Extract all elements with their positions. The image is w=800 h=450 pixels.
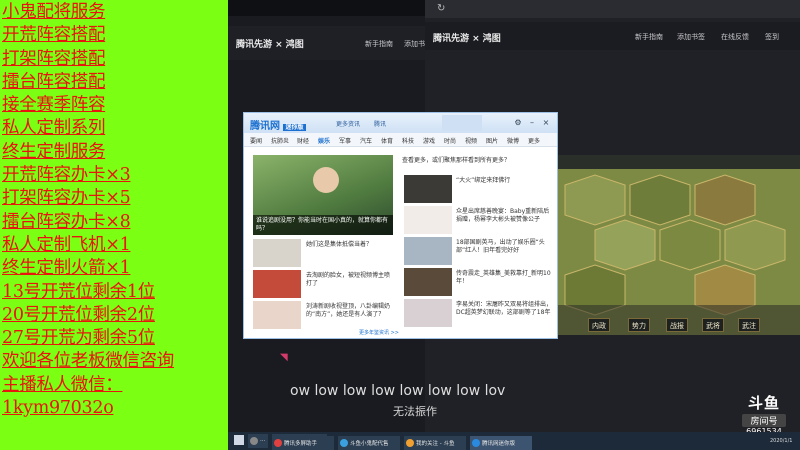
- game-browser-nav: 腾讯先游 × 鸿图 新手指南 添加书签 在线反馈 签到: [425, 22, 800, 50]
- room-label: 房间号: [742, 414, 786, 427]
- promo-line: 接全赛季阵容: [2, 95, 106, 116]
- tab-weibo[interactable]: 微博: [507, 136, 519, 145]
- news-thumb[interactable]: [253, 270, 301, 298]
- more-news-footer-link[interactable]: 更多年鉴资讯 >>: [359, 329, 399, 336]
- douyu-watermark: 斗鱼 房间号 6961534: [742, 392, 786, 436]
- taskbar-clock[interactable]: 2020/1/1: [770, 438, 792, 444]
- tab-military[interactable]: 军事: [339, 136, 351, 145]
- promo-line: 私人定制飞机×1: [2, 234, 131, 255]
- hex-map: [555, 155, 800, 335]
- nav-guide[interactable]: 新手指南: [635, 32, 663, 42]
- tab-finance[interactable]: 财经: [297, 136, 309, 145]
- start-icon[interactable]: [234, 435, 244, 445]
- game-btn-report[interactable]: 战报: [666, 318, 688, 332]
- taskbar-item[interactable]: 腾讯多屏助手: [272, 436, 334, 450]
- news-headline[interactable]: 18部国剧英马，出动了娱乐圈“头部”红人！旧年看完好好: [456, 239, 552, 255]
- screen: 小鬼配将服务 开荒阵容搭配 打架阵容搭配 擂台阵容搭配 接全赛季阵容 私人定制系…: [0, 0, 800, 450]
- taskbar-item[interactable]: 我的关注 - 斗鱼: [404, 436, 466, 450]
- tab-news[interactable]: 要闻: [250, 136, 262, 145]
- news-headline[interactable]: 她们这是集体抵偿当着？: [306, 241, 392, 249]
- promo-line: 开荒阵容办卡×3: [2, 165, 131, 186]
- promo-line: 开荒阵容搭配: [2, 25, 106, 46]
- news-headline[interactable]: 传奇震走_英雄集_美救靠打_新明10年！: [456, 270, 552, 286]
- promo-line: 打架阵容搭配: [2, 48, 106, 69]
- taskbar-item[interactable]: 斗鱼小鬼配代售: [338, 436, 400, 450]
- minimize-icon[interactable]: –: [526, 117, 538, 128]
- promo-panel: 小鬼配将服务 开荒阵容搭配 打架阵容搭配 擂台阵容搭配 接全赛季阵容 私人定制系…: [0, 0, 228, 450]
- tab-pictures[interactable]: 图片: [486, 136, 498, 145]
- tab-fashion[interactable]: 时尚: [444, 136, 456, 145]
- news-thumb[interactable]: [404, 175, 452, 203]
- promo-line: 欢迎各位老板微信咨询: [2, 351, 174, 372]
- news-headline[interactable]: 刘涛新剧收视登顶，八卦编辑奶的“南方”，她还是有人演了？: [306, 303, 392, 319]
- news-thumb[interactable]: [404, 237, 452, 265]
- taskbar-item-active[interactable]: 腾讯网迷你版: [470, 436, 532, 450]
- promo-line: 主播私人微信：: [2, 374, 123, 395]
- game-btn-power[interactable]: 势力: [628, 318, 650, 332]
- promo-line: 打架阵容办卡×5: [2, 188, 131, 209]
- game-map-view[interactable]: [555, 155, 800, 335]
- news-thumb[interactable]: [404, 268, 452, 296]
- news-thumb[interactable]: [404, 299, 452, 327]
- lyric-subtitle: ow low low low low low low lov: [290, 383, 506, 399]
- news-thumb[interactable]: [253, 239, 301, 267]
- mid-browser-nav: 腾讯先游 × 鸿图 新手指南 添加书: [228, 26, 425, 60]
- douyu-logo: 斗鱼: [747, 394, 780, 412]
- promo-line: 擂台阵容办卡×8: [2, 211, 131, 232]
- promo-line: 27号开荒为剩余5位: [2, 328, 155, 349]
- game-btn-generals[interactable]: 武将: [702, 318, 724, 332]
- top-news-link[interactable]: 查看更多，或们聚焦那样看到所有更多？: [402, 157, 552, 165]
- promo-line: 终生定制服务: [2, 141, 106, 162]
- tab-tech[interactable]: 科技: [402, 136, 414, 145]
- tab-covid[interactable]: 抗肺炎: [271, 136, 289, 145]
- popup-tab-bar: 要闻 抗肺炎 财经 娱乐 军事 汽车 体育 科技 游戏 时尚 视频 图片 微博 …: [244, 133, 557, 147]
- nav-checkin[interactable]: 签到: [765, 32, 779, 42]
- game-btn-wuzhu[interactable]: 武注: [738, 318, 760, 332]
- promo-line: 私人定制系列: [2, 118, 106, 139]
- promo-line: 13号开荒位剩余1位: [2, 281, 155, 302]
- promo-line: 擂台阵容搭配: [2, 71, 106, 92]
- taskbar-item[interactable]: ...: [248, 434, 268, 448]
- news-popup-window: 腾讯网 迷你版 更多资讯 腾讯 ⚙ – × 要闻 抗肺炎 财经 娱乐 军事 汽车…: [243, 112, 558, 339]
- settings-icon[interactable]: ⚙: [512, 117, 524, 128]
- news-thumb[interactable]: [404, 206, 452, 234]
- popup-brand: 腾讯网 迷你版: [250, 121, 306, 132]
- more-news-link[interactable]: 更多资讯: [336, 119, 360, 128]
- nav-bookmark[interactable]: 添加书签: [677, 32, 705, 42]
- news-thumb[interactable]: [253, 301, 301, 329]
- popup-banner-icon: [442, 115, 482, 131]
- mid-browser-topbar: [228, 0, 425, 16]
- game-btn-internal[interactable]: 内政: [588, 318, 610, 332]
- promo-line: 小鬼配将服务: [2, 2, 106, 22]
- tab-video[interactable]: 视频: [465, 136, 477, 145]
- hero-news-image[interactable]: 谁说追剧没用？你能当时在国小真的，就算你都有吗？: [253, 155, 393, 235]
- tab-sports[interactable]: 体育: [381, 136, 393, 145]
- promo-line: 1kym97032o: [2, 398, 114, 419]
- promo-line: 终生定制火箭×1: [2, 258, 131, 279]
- reload-icon[interactable]: ↻: [437, 3, 445, 14]
- lyric-subtitle-cn: 无法振作: [393, 405, 437, 418]
- close-icon[interactable]: ×: [540, 117, 552, 128]
- hero-caption[interactable]: 谁说追剧没用？你能当时在国小真的，就算你都有吗？: [253, 215, 393, 235]
- game-site-logo[interactable]: 腾讯先游 × 鸿图: [433, 31, 501, 44]
- news-headline[interactable]: “大火”绑定来拜佛行: [456, 177, 552, 185]
- promo-line: 20号开荒位剩余2位: [2, 304, 155, 325]
- news-headline[interactable]: 李易关闭：宋屠昨又双易将组排出，DC超英梦幻联动，这部剧等了18年: [456, 301, 552, 317]
- hero-person-image: [313, 167, 339, 193]
- tencent-link[interactable]: 腾讯: [374, 119, 386, 128]
- tab-games[interactable]: 游戏: [423, 136, 435, 145]
- cursor-icon: ◥: [280, 352, 288, 363]
- news-headline[interactable]: 众星出席慈善晚宴：Baby重新陪后捐赠，杨幂李大彬头被赞像公子: [456, 208, 552, 224]
- game-browser-chrome: ↻: [425, 0, 800, 18]
- tab-auto[interactable]: 汽车: [360, 136, 372, 145]
- mid-site-logo[interactable]: 腾讯先游 × 鸿图: [236, 37, 304, 50]
- popup-titlebar: 腾讯网 迷你版 更多资讯 腾讯 ⚙ – ×: [244, 113, 557, 133]
- mid-nav-guide[interactable]: 新手指南: [365, 39, 393, 49]
- news-headline[interactable]: 去淘剧的脸女，被短视频博主喷打了: [306, 272, 392, 288]
- tab-more[interactable]: 更多: [528, 136, 540, 145]
- mid-nav-bookmark[interactable]: 添加书: [404, 39, 425, 49]
- nav-feedback[interactable]: 在线反馈: [721, 32, 749, 42]
- tab-entertainment[interactable]: 娱乐: [318, 136, 330, 145]
